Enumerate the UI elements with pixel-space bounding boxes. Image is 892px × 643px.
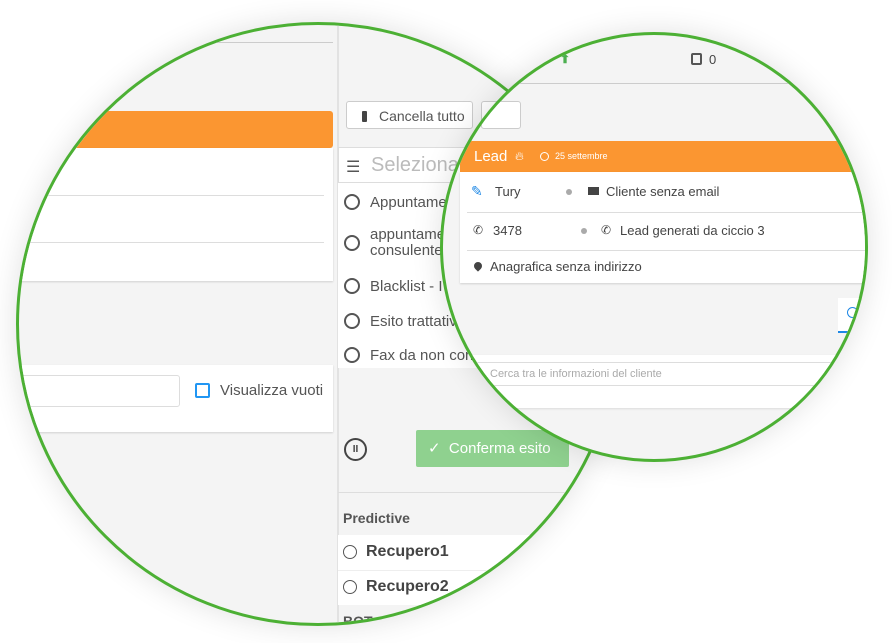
clock-icon <box>540 152 549 161</box>
visualizza-vuoti-label: Visualizza vuoti <box>220 382 324 399</box>
option-radio[interactable] <box>344 235 360 251</box>
lead-card <box>19 148 333 281</box>
predictive-item[interactable]: Recupero2 <box>366 578 449 596</box>
avatar[interactable] <box>296 22 322 24</box>
lead-list: Lead generati da ciccio 3 <box>620 223 765 238</box>
phone-list-icon: ✆ <box>601 223 612 237</box>
fire-icon: 🔥︎ <box>515 149 524 163</box>
check-icon: ✓ <box>428 440 441 457</box>
magnified-view-right: ⬆ 0 Lead 🔥︎ 25 settembre ✎ Tury Cliente … <box>440 32 868 462</box>
calendar-count: 0 <box>709 52 717 67</box>
filter-input[interactable] <box>19 375 180 407</box>
lead-name[interactable]: Tury <box>495 184 521 199</box>
section-predictive: Predictive <box>343 510 410 526</box>
lead-date: 25 settembre <box>555 151 608 161</box>
visualizza-vuoti-checkbox[interactable] <box>195 383 210 398</box>
client-search-input[interactable]: Cerca tra le informazioni del cliente <box>476 362 865 386</box>
predictive-item[interactable]: Recupero1 <box>366 543 449 561</box>
lead-header-bar: Lead 🔥︎ 25 settembre <box>460 141 865 172</box>
tab-info[interactable] <box>838 298 865 333</box>
lead-email: Cliente senza email <box>606 184 720 199</box>
lead-address: Anagrafica senza indirizzo <box>490 259 642 274</box>
section-next: BOT <box>343 613 373 626</box>
calendar-icon <box>691 53 702 65</box>
info-icon <box>847 307 858 318</box>
email-icon <box>588 187 599 195</box>
lead-header-bar <box>19 111 333 148</box>
option-radio[interactable] <box>344 278 360 294</box>
option-radio[interactable] <box>344 347 360 363</box>
lead-status: Lead <box>474 148 508 165</box>
option-radio[interactable] <box>344 313 360 329</box>
predictive-radio[interactable] <box>343 580 357 594</box>
list-icon: ☰ <box>346 159 361 176</box>
option-label-line2: consulente <box>370 242 443 259</box>
option-label[interactable]: Blacklist - I <box>370 278 443 295</box>
lead-phone[interactable]: 3478 <box>493 223 522 238</box>
phone-icon: ✆ <box>473 223 484 237</box>
pause-button[interactable]: II <box>344 438 367 461</box>
predictive-radio[interactable] <box>343 545 357 559</box>
eraser-icon <box>362 111 367 122</box>
arrow-up-icon: ⬆ <box>560 52 571 66</box>
option-radio[interactable] <box>344 194 360 210</box>
edit-icon[interactable]: ✎ <box>471 183 483 200</box>
